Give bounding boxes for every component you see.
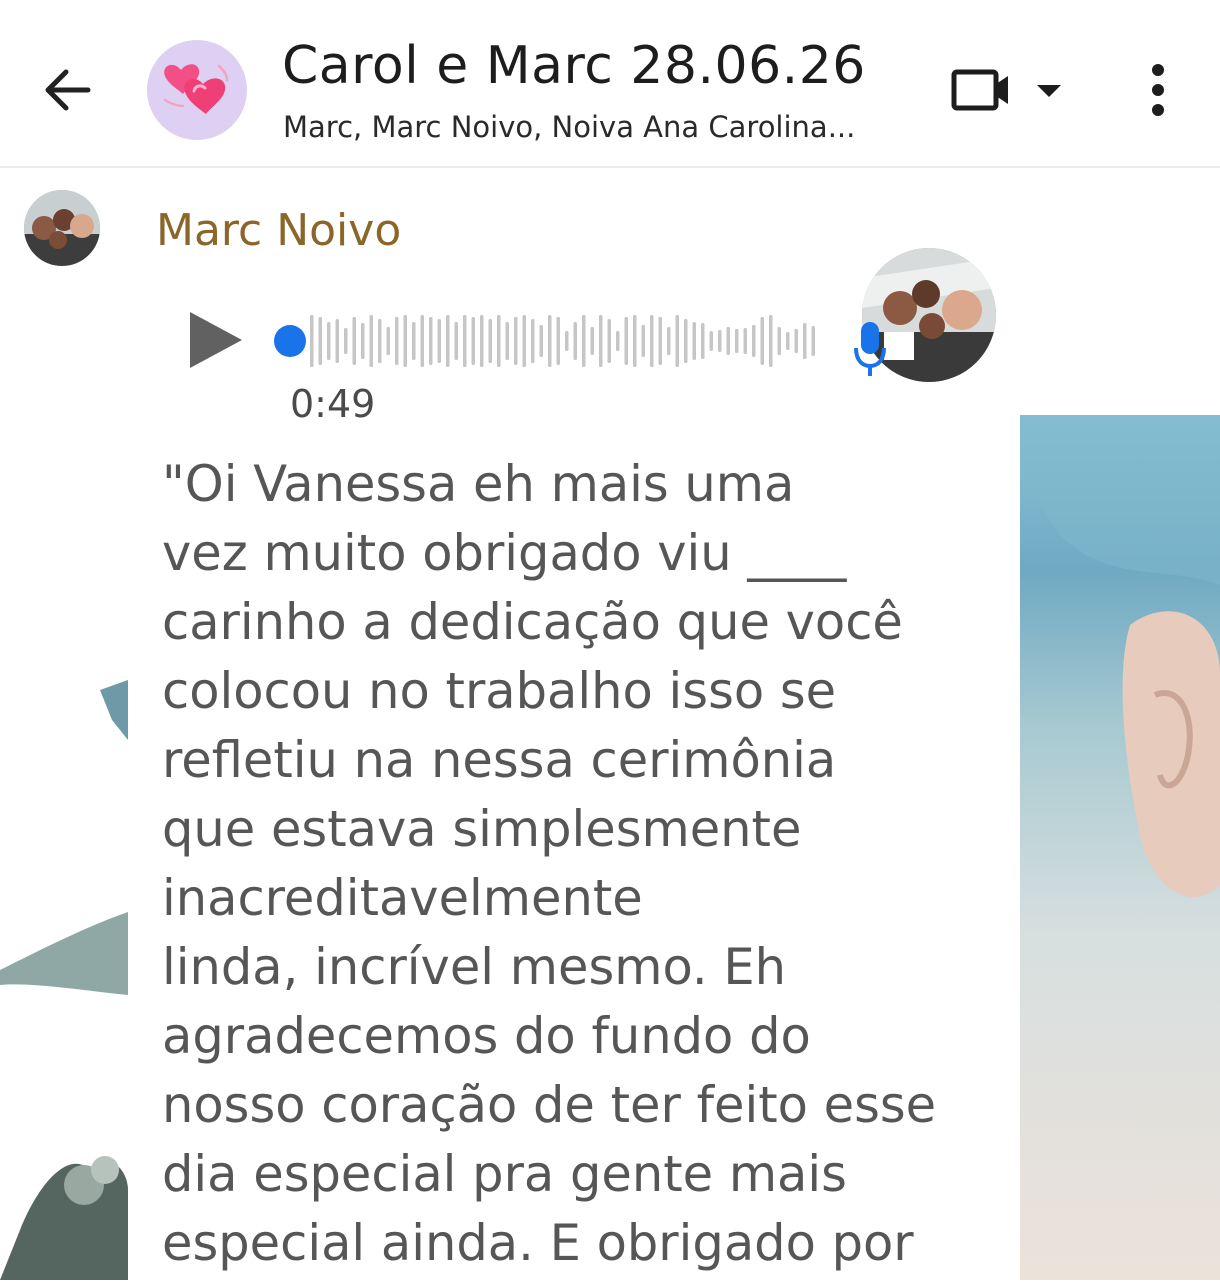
waveform-bar — [565, 331, 569, 351]
background-photo — [1020, 415, 1220, 1280]
waveform-bar — [650, 315, 654, 367]
waveform-bar — [429, 317, 433, 365]
voice-duration: 0:49 — [290, 382, 376, 426]
waveform-bar — [607, 319, 611, 363]
arrow-left-icon — [45, 69, 91, 111]
waveform-bar — [531, 319, 535, 363]
waveform-bar — [505, 322, 509, 360]
waveform-bar — [514, 317, 518, 365]
waveform-bar — [378, 319, 382, 363]
waveform-bar — [556, 317, 560, 365]
play-button[interactable] — [186, 308, 246, 372]
waveform-bar — [548, 315, 552, 367]
waveform-bar — [539, 325, 543, 357]
waveform-bar — [701, 323, 705, 359]
waveform-bar — [386, 327, 390, 355]
waveform-bar — [692, 322, 696, 360]
waveform-bar — [344, 328, 348, 354]
waveform-bar — [582, 315, 586, 367]
waveform-bar — [395, 317, 399, 365]
waveform-bar — [318, 317, 322, 365]
waveform-bar — [599, 315, 603, 367]
waveform-bar — [709, 331, 713, 351]
waveform-bar — [777, 327, 781, 355]
background-photo-left — [0, 650, 128, 1280]
waveform-bar — [684, 319, 688, 363]
group-avatar[interactable] — [147, 40, 247, 140]
more-vertical-icon — [1152, 64, 1164, 116]
waveform-bar — [352, 317, 356, 365]
waveform-bar — [675, 315, 679, 367]
waveform-bar — [573, 322, 577, 360]
waveform-bar — [480, 315, 484, 367]
waveform-bar — [488, 319, 492, 363]
waveform-bar — [471, 317, 475, 365]
waveform-bar — [803, 323, 807, 359]
waveform-bar — [310, 315, 314, 367]
waveform-bar — [446, 315, 450, 367]
chat-title[interactable]: Carol e Marc 28.06.26 — [282, 36, 866, 96]
waveform-bar — [769, 315, 773, 367]
waveform-bar — [616, 331, 620, 351]
sender-name[interactable]: Marc Noivo — [156, 205, 401, 256]
waveform-bar — [412, 322, 416, 360]
microphone-icon — [854, 322, 886, 376]
waveform-bar — [590, 327, 594, 355]
waveform-bar — [735, 329, 739, 353]
more-options-button[interactable] — [1138, 62, 1178, 118]
waveform-bar — [327, 322, 331, 360]
waveform-bar — [403, 315, 407, 367]
waveform-bar — [718, 330, 722, 352]
waveform-bar — [497, 315, 501, 367]
waveform-bar — [786, 332, 790, 350]
chat-participants[interactable]: Marc, Marc Noivo, Noiva Ana Carolina... — [283, 110, 855, 144]
waveform-bar — [760, 317, 764, 365]
caret-down-icon — [1037, 85, 1061, 97]
waveform-bar — [752, 325, 756, 357]
waveform-bar — [794, 329, 798, 353]
voice-waveform[interactable] — [270, 305, 830, 377]
hearts-icon — [163, 64, 229, 114]
message-transcript: "Oi Vanessa eh mais uma vez muito obriga… — [162, 455, 937, 1272]
waveform-bar — [667, 327, 671, 355]
waveform-bar — [454, 322, 458, 360]
waveform-bar — [726, 327, 730, 355]
waveform-bar — [361, 323, 365, 359]
waveform-bar — [420, 315, 424, 367]
back-button[interactable] — [40, 62, 96, 118]
waveform-bar — [369, 315, 373, 367]
waveform-bar — [335, 319, 339, 363]
sender-avatar[interactable] — [24, 190, 100, 266]
microphone-badge — [852, 320, 888, 378]
video-call-button[interactable] — [950, 62, 1062, 118]
waveform-bar — [463, 315, 467, 367]
play-icon — [190, 312, 242, 368]
waveform-bar — [641, 325, 645, 357]
waveform-bar — [811, 326, 815, 356]
waveform-bar — [437, 319, 441, 363]
waveform-bar — [522, 315, 526, 367]
waveform-bar — [658, 317, 662, 365]
chat-header: Carol e Marc 28.06.26 Marc, Marc Noivo, … — [0, 0, 1220, 168]
waveform-bar — [743, 328, 747, 354]
video-camera-icon — [951, 69, 1008, 111]
waveform-bar — [633, 315, 637, 367]
waveform-bar — [624, 317, 628, 365]
playhead-handle[interactable] — [274, 325, 306, 357]
